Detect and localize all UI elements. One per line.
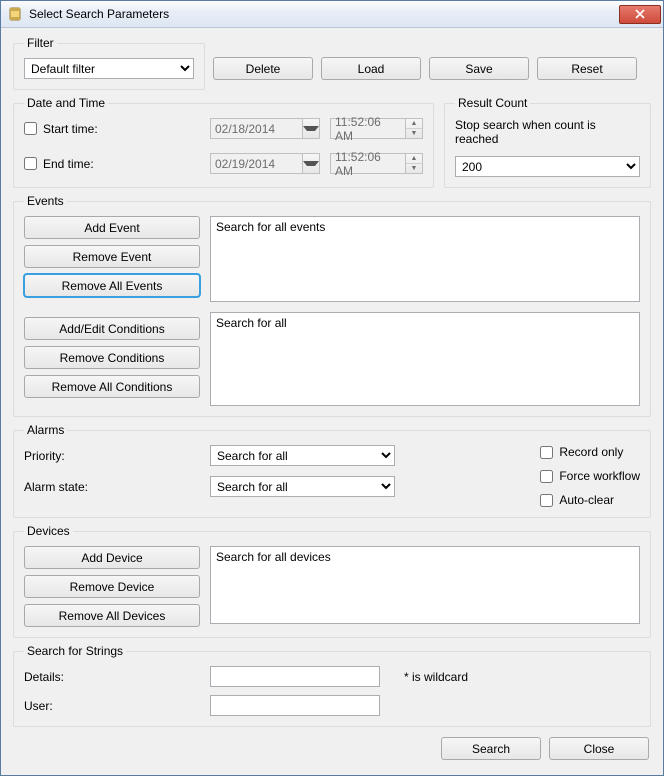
remove-event-button[interactable]: Remove Event: [24, 245, 200, 268]
remove-device-button[interactable]: Remove Device: [24, 575, 200, 598]
devices-listbox[interactable]: Search for all devices: [210, 546, 640, 624]
record-only-check-input[interactable]: [540, 446, 553, 459]
start-time-check-input[interactable]: [24, 122, 37, 135]
force-workflow-check-input[interactable]: [540, 470, 553, 483]
start-date-value: 02/18/2014: [211, 122, 302, 136]
window-title: Select Search Parameters: [29, 7, 619, 21]
end-time-checkbox[interactable]: End time:: [24, 157, 200, 171]
window: Select Search Parameters Filter Default …: [0, 0, 664, 776]
close-button[interactable]: [619, 5, 661, 24]
record-only-checkbox[interactable]: Record only: [540, 445, 640, 459]
start-time-field: 11:52:06 AM ▲▼: [330, 118, 423, 139]
events-group: Events Add Event Remove Event Remove All…: [13, 194, 651, 417]
datetime-group: Date and Time Start time: 02/18/2014 11:…: [13, 96, 434, 188]
alarms-group: Alarms Priority: Search for all Alarm st…: [13, 423, 651, 518]
end-date-dropdown: [302, 154, 319, 173]
start-date-field: 02/18/2014: [210, 118, 320, 139]
top-row: Filter Default filter Delete Load Save R…: [13, 36, 651, 90]
end-time-spinner: ▲▼: [405, 154, 422, 173]
add-device-button[interactable]: Add Device: [24, 546, 200, 569]
alarm-state-select[interactable]: Search for all: [210, 476, 395, 497]
force-workflow-label: Force workflow: [559, 469, 640, 483]
start-date-dropdown: [302, 119, 319, 138]
filter-group: Filter Default filter: [13, 36, 205, 90]
auto-clear-label: Auto-clear: [559, 493, 614, 507]
filter-select[interactable]: Default filter: [24, 58, 194, 79]
devices-buttons-col: Add Device Remove Device Remove All Devi…: [24, 546, 200, 627]
end-time-label: End time:: [43, 157, 94, 171]
end-date-value: 02/19/2014: [211, 157, 302, 171]
events-listbox[interactable]: Search for all events: [210, 216, 640, 302]
record-only-label: Record only: [559, 445, 623, 459]
events-buttons-col: Add Event Remove Event Remove All Events…: [24, 216, 200, 406]
end-time-field: 11:52:06 AM ▲▼: [330, 153, 423, 174]
priority-select[interactable]: Search for all: [210, 445, 395, 466]
footer: Search Close: [13, 733, 651, 760]
remove-all-events-button[interactable]: Remove All Events: [24, 274, 200, 297]
events-legend: Events: [24, 194, 67, 208]
user-label: User:: [24, 699, 200, 713]
details-label: Details:: [24, 670, 200, 684]
conditions-listbox[interactable]: Search for all: [210, 312, 640, 406]
datetime-legend: Date and Time: [24, 96, 108, 110]
auto-clear-check-input[interactable]: [540, 494, 553, 507]
content: Filter Default filter Delete Load Save R…: [1, 28, 663, 775]
end-date-field: 02/19/2014: [210, 153, 320, 174]
add-edit-conditions-button[interactable]: Add/Edit Conditions: [24, 317, 200, 340]
strings-group: Search for Strings Details: * is wildcar…: [13, 644, 651, 727]
start-time-spinner: ▲▼: [405, 119, 422, 138]
add-event-button[interactable]: Add Event: [24, 216, 200, 239]
app-icon: [7, 6, 23, 22]
start-time-value: 11:52:06 AM: [331, 115, 405, 143]
result-count-group: Result Count Stop search when count is r…: [444, 96, 651, 188]
devices-group: Devices Add Device Remove Device Remove …: [13, 524, 651, 638]
datetime-row: Date and Time Start time: 02/18/2014 11:…: [13, 96, 651, 188]
force-workflow-checkbox[interactable]: Force workflow: [540, 469, 640, 483]
priority-label: Priority:: [24, 449, 200, 463]
load-button[interactable]: Load: [321, 57, 421, 80]
result-count-legend: Result Count: [455, 96, 530, 110]
alarms-legend: Alarms: [24, 423, 67, 437]
reset-button[interactable]: Reset: [537, 57, 637, 80]
filter-legend: Filter: [24, 36, 57, 50]
delete-button[interactable]: Delete: [213, 57, 313, 80]
save-button[interactable]: Save: [429, 57, 529, 80]
titlebar: Select Search Parameters: [1, 1, 663, 28]
strings-legend: Search for Strings: [24, 644, 126, 658]
wildcard-hint: * is wildcard: [404, 670, 468, 684]
end-time-value: 11:52:06 AM: [331, 150, 405, 178]
end-time-check-input[interactable]: [24, 157, 37, 170]
remove-conditions-button[interactable]: Remove Conditions: [24, 346, 200, 369]
start-time-label: Start time:: [43, 122, 98, 136]
close-dialog-button[interactable]: Close: [549, 737, 649, 760]
user-input[interactable]: [210, 695, 380, 716]
search-button[interactable]: Search: [441, 737, 541, 760]
remove-all-conditions-button[interactable]: Remove All Conditions: [24, 375, 200, 398]
devices-legend: Devices: [24, 524, 73, 538]
auto-clear-checkbox[interactable]: Auto-clear: [540, 493, 640, 507]
result-count-select[interactable]: 200: [455, 156, 640, 177]
alarm-checks: Record only Force workflow Auto-clear: [540, 445, 640, 507]
remove-all-devices-button[interactable]: Remove All Devices: [24, 604, 200, 627]
events-lists-col: Search for all events Search for all: [210, 216, 640, 406]
result-count-desc: Stop search when count is reached: [455, 118, 640, 146]
start-time-checkbox[interactable]: Start time:: [24, 122, 200, 136]
alarm-state-label: Alarm state:: [24, 480, 200, 494]
details-input[interactable]: [210, 666, 380, 687]
top-buttons: Delete Load Save Reset: [213, 57, 651, 90]
